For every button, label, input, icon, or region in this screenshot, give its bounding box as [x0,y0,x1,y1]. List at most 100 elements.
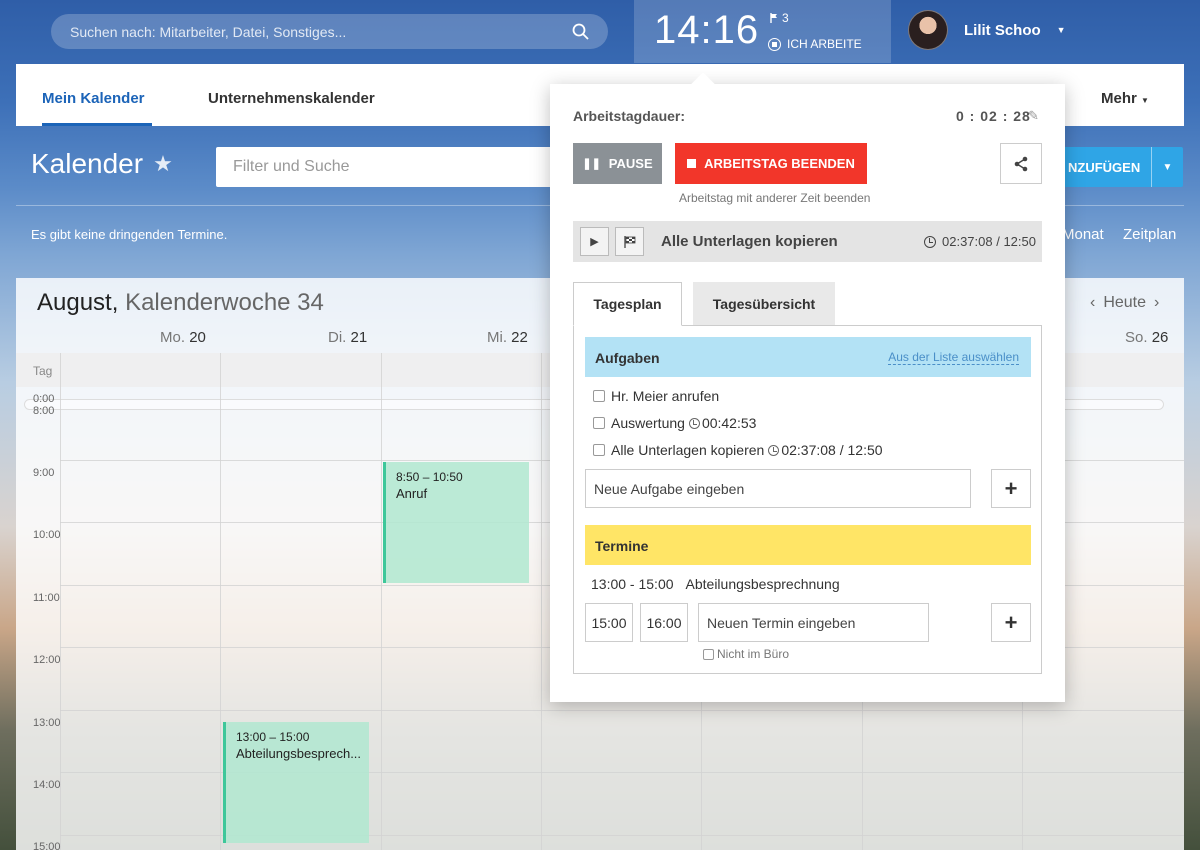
duration-label: Arbeitstagdauer: [573,108,686,124]
appointment-item[interactable]: 13:00 - 15:00 Abteilungsbesprechnung [591,576,840,592]
task-checkbox[interactable] [593,390,605,402]
share-button[interactable] [1000,143,1042,184]
pause-label: PAUSE [608,156,653,171]
day-header[interactable]: Mi. 22 [487,329,528,346]
filter-placeholder: Filter und Suche [233,158,350,175]
tab-day-overview[interactable]: Tagesübersicht [693,282,835,325]
add-button[interactable]: NZUFÜGEN ▼ [1062,147,1183,187]
global-search[interactable]: Suchen nach: Mitarbeiter, Datei, Sonstig… [51,14,608,49]
day-name: Di. [328,329,347,346]
stop-icon [687,159,697,168]
chevron-left-icon[interactable]: ‹ [1090,294,1095,312]
play-icon[interactable]: ▶ [580,227,609,256]
start-time-value: 15:00 [591,614,627,631]
worktime-widget[interactable]: 14:16 3 ICH ARBEITE [634,0,891,63]
today-button[interactable]: Heute [1103,294,1146,312]
day-number: 20 [189,329,206,346]
task-item[interactable]: Hr. Meier anrufen [593,388,719,404]
clock-icon [768,444,780,456]
grid-line [60,353,61,850]
task-item[interactable]: Alle Unterlagen kopieren 02:37:08 / 12:5… [593,442,883,458]
task-checkbox[interactable] [593,417,605,429]
current-task-time-value: 02:37:08 / 12:50 [942,234,1036,249]
task-name: Hr. Meier anrufen [611,388,720,404]
grid-line [220,353,221,850]
pencil-icon[interactable]: ✎ [1028,108,1039,124]
end-time-input[interactable]: 16:00 [640,603,688,642]
chevron-right-icon[interactable]: › [1154,294,1159,312]
day-header[interactable]: Mo. 20 [160,329,206,346]
flag-counter: 3 [770,11,789,25]
flag-count: 3 [782,11,789,25]
hour-label: 13:00 [33,717,61,729]
event-name: Abteilungsbesprech... [236,746,362,761]
task-item[interactable]: Auswertung 00:42:53 [593,415,756,431]
day-number: 22 [511,329,528,346]
new-task-input[interactable]: Neue Aufgabe eingeben [585,469,971,508]
flag-icon [770,13,777,23]
not-in-office-checkbox[interactable] [703,648,714,660]
avatar [908,10,948,50]
add-appointment-button[interactable]: + [991,603,1031,642]
day-number: 21 [350,329,368,346]
checkered-flag-icon[interactable] [615,227,644,256]
hour-label: 15:00 [33,841,61,850]
add-task-button[interactable]: + [991,469,1031,508]
current-task-name: Alle Unterlagen kopieren [661,233,838,250]
week-title: August, Kalenderwoche 34 [37,289,324,317]
active-tab-indicator [42,123,152,126]
new-appointment-input[interactable]: Neuen Termin eingeben [698,603,929,642]
view-month[interactable]: Monat [1062,226,1104,243]
week-month: August, [37,289,119,316]
hour-label: 12:00 [33,654,61,666]
plus-icon: + [1004,609,1018,635]
day-number: 26 [1151,329,1169,346]
calendar-event[interactable]: 8:50 – 10:50 Anruf [383,462,529,583]
work-status: ICH ARBEITE [768,37,862,51]
add-button-label: NZUFÜGEN [1068,159,1141,175]
appointments-section-header: Termine [585,525,1031,565]
select-from-list-link[interactable]: Aus der Liste auswählen [888,350,1019,365]
task-name: Alle Unterlagen kopieren [611,442,765,458]
tasks-section-header: Aufgaben Aus der Liste auswählen [585,337,1031,377]
search-icon[interactable] [571,23,589,41]
hour-label: 9:00 [33,467,55,479]
more-menu[interactable]: Mehr ▼ [1101,90,1149,107]
filter-search-input[interactable]: Filter und Suche [216,147,556,187]
end-workday-label: ARBEITSTAG BEENDEN [704,156,855,171]
appointments-heading: Termine [595,538,649,554]
tasks-heading: Aufgaben [595,350,660,366]
user-name: Lilit Schoo [964,21,1041,39]
urgent-notice: Es gibt keine dringenden Termine. [31,227,228,242]
pause-icon: ❚❚ [582,158,601,170]
share-icon [1014,156,1028,171]
tab-my-calendar[interactable]: Mein Kalender [42,90,145,107]
calendar-event[interactable]: 13:00 – 15:00 Abteilungsbesprech... [223,722,369,843]
day-name: So. [1125,329,1148,346]
end-workday-button[interactable]: ARBEITSTAG BEENDEN [675,143,867,184]
task-checkbox[interactable] [593,444,605,456]
day-header[interactable]: Di. 21 [328,329,367,346]
pause-button[interactable]: ❚❚ PAUSE [573,143,662,184]
task-time: 00:42:53 [701,415,757,431]
week-label: Kalenderwoche 34 [125,289,324,316]
appointment-name: Abteilungsbesprechnung [685,576,840,592]
current-task-time: 02:37:08 / 12:50 [924,234,1036,249]
tab-dayplan[interactable]: Tagesplan [573,282,682,326]
user-menu[interactable]: Lilit Schoo ▼ [908,10,1066,50]
add-dropdown-icon[interactable]: ▼ [1151,147,1183,187]
not-in-office-label: Nicht im Büro [717,647,790,661]
today-nav: ‹ Heute › [1090,294,1159,312]
chevron-down-icon: ▼ [1056,25,1066,35]
day-header[interactable]: So. 26 [1125,329,1168,346]
clock-icon [688,417,700,429]
view-schedule[interactable]: Zeitplan [1123,226,1176,243]
start-time-input[interactable]: 15:00 [585,603,633,642]
clock-time: 14:16 [654,8,760,52]
search-placeholder: Suchen nach: Mitarbeiter, Datei, Sonstig… [70,23,347,40]
appointment-time: 13:00 - 15:00 [591,576,674,592]
star-icon[interactable]: ★ [153,151,173,177]
not-in-office-option[interactable]: Nicht im Büro [703,647,789,661]
end-other-time-link[interactable]: Arbeitstag mit anderer Zeit beenden [679,191,870,205]
tab-company-calendar[interactable]: Unternehmenskalender [208,90,375,107]
